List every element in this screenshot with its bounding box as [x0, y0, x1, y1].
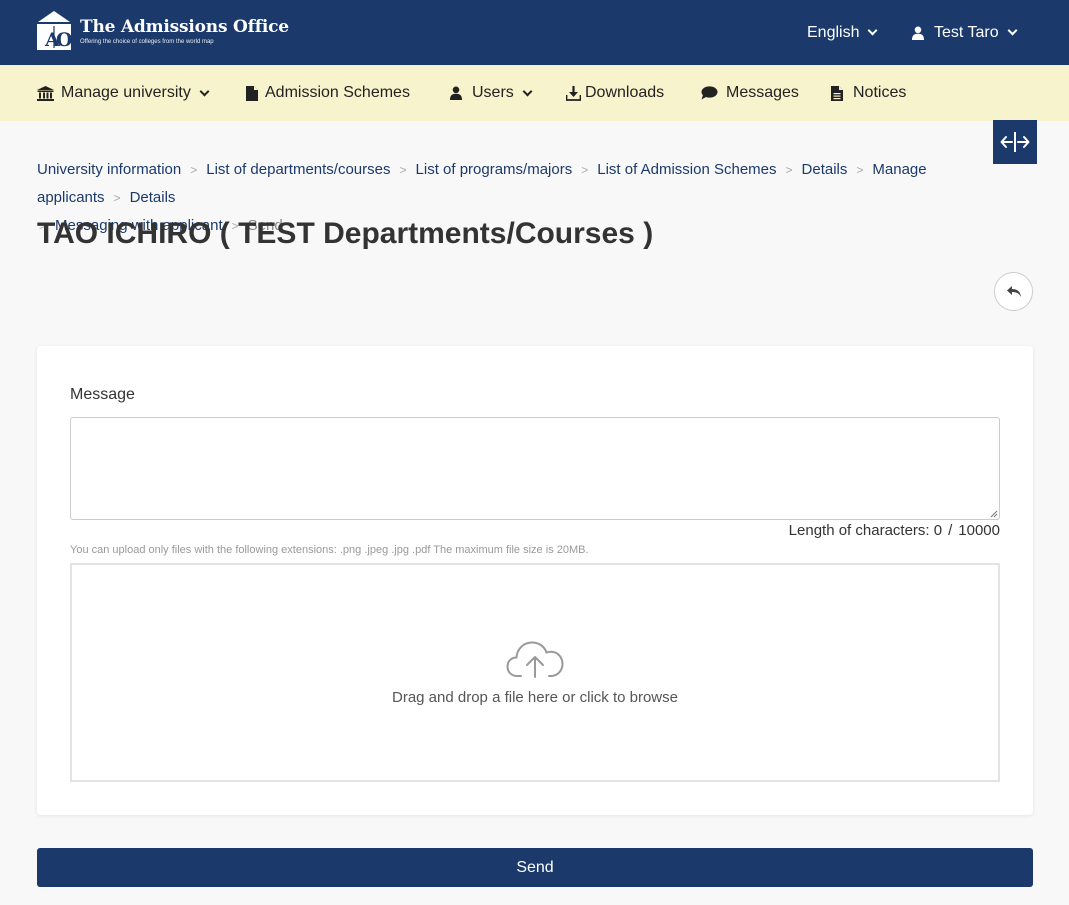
cloud-upload-icon	[506, 641, 564, 678]
user-icon	[912, 26, 924, 40]
character-counter: Length of characters: 0 / 10000	[789, 522, 1000, 539]
chevron-down-icon	[868, 25, 878, 36]
logo[interactable]: A O The Admissions Office Offering the c…	[36, 11, 289, 51]
language-dropdown[interactable]: English	[807, 0, 878, 65]
main-navigation: Manage university Admission Schemes User…	[0, 65, 1069, 121]
breadcrumb-separator: >	[581, 163, 589, 177]
svg-text:O: O	[56, 29, 72, 51]
resize-grip-icon[interactable]	[990, 510, 998, 518]
nav-label: Admission Schemes	[265, 84, 410, 101]
breadcrumb-separator: >	[190, 163, 198, 177]
logo-subtitle: Offering the choice of colleges from the…	[80, 39, 214, 45]
breadcrumb-link-admission-schemes[interactable]: List of Admission Schemes	[597, 161, 776, 178]
nav-label: Manage university	[61, 84, 191, 101]
nav-admission-schemes[interactable]: Admission Schemes	[246, 65, 410, 121]
nav-label: Notices	[853, 84, 907, 101]
counter-max: 10000	[958, 522, 1000, 539]
nav-downloads[interactable]: Downloads	[566, 65, 664, 121]
breadcrumb-link-programs[interactable]: List of programs/majors	[416, 161, 573, 178]
nav-manage-university[interactable]: Manage university	[37, 65, 210, 121]
logo-title: The Admissions Office	[80, 17, 289, 37]
page-title: TAO ICHIRO ( TEST Departments/Courses )	[37, 217, 654, 250]
document-icon	[246, 85, 258, 101]
counter-label: Length of characters:	[788, 522, 930, 539]
nav-label: Messages	[726, 84, 799, 101]
chat-bubble-icon	[701, 86, 718, 100]
expand-horizontal-icon	[1000, 132, 1030, 152]
nav-label: Users	[472, 84, 514, 101]
breadcrumb-separator: >	[856, 163, 864, 177]
file-dropzone[interactable]: Drag and drop a file here or click to br…	[70, 563, 1000, 782]
user-icon	[450, 86, 462, 100]
breadcrumb-separator: >	[113, 191, 121, 205]
user-name: Test Taro	[934, 23, 999, 41]
back-button[interactable]	[994, 272, 1033, 311]
logo-mark-icon: A O	[36, 11, 73, 51]
message-textarea[interactable]	[70, 417, 1000, 520]
chevron-down-icon	[522, 86, 533, 96]
breadcrumb-link-departments[interactable]: List of departments/courses	[206, 161, 390, 178]
language-label: English	[807, 23, 860, 41]
download-icon	[566, 85, 581, 101]
dropzone-text: Drag and drop a file here or click to br…	[392, 689, 678, 706]
nav-notices[interactable]: Notices	[831, 65, 906, 121]
breadcrumb-link-applicant-details[interactable]: Details	[130, 189, 176, 206]
breadcrumb-separator: >	[785, 163, 793, 177]
counter-current: 0	[933, 522, 943, 539]
chevron-down-icon	[1007, 25, 1018, 36]
breadcrumb-link-university-information[interactable]: University information	[37, 161, 181, 178]
top-header: A O The Admissions Office Offering the c…	[0, 0, 1069, 65]
breadcrumb-link-details[interactable]: Details	[802, 161, 848, 178]
nav-label: Downloads	[585, 84, 665, 101]
university-icon	[37, 85, 54, 101]
nav-users[interactable]: Users	[450, 65, 533, 121]
send-button[interactable]: Send	[37, 848, 1033, 887]
reply-arrow-icon	[1006, 285, 1021, 297]
notice-document-icon	[831, 85, 843, 101]
upload-note: You can upload only files with the follo…	[70, 544, 589, 556]
message-label: Message	[70, 386, 135, 403]
chevron-down-icon	[199, 86, 210, 96]
nav-messages[interactable]: Messages	[701, 65, 799, 121]
breadcrumb-separator: >	[399, 163, 407, 177]
message-form-card: Message Length of characters: 0 / 10000 Yo…	[37, 346, 1033, 815]
counter-slash: /	[948, 522, 953, 539]
user-menu-dropdown[interactable]: Test Taro	[912, 0, 1018, 65]
